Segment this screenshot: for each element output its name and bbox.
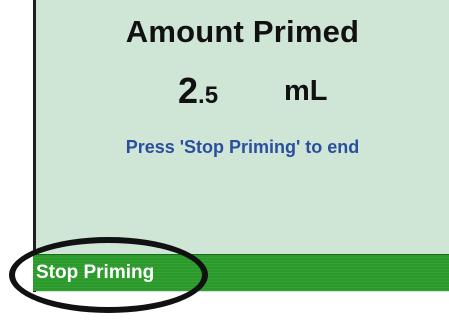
stop-priming-button[interactable]: Stop Priming	[33, 257, 183, 289]
amount-readout: 2.5 mL	[36, 70, 449, 112]
instruction-message: Press 'Stop Priming' to end	[125, 137, 360, 157]
pump-display-illustration: Amount Primed 2.5 mL Press 'Stop Priming…	[0, 0, 449, 320]
page-title: Amount Primed	[125, 14, 360, 49]
amount-value: 2.5	[178, 70, 218, 112]
pump-screen: Amount Primed 2.5 mL Press 'Stop Priming…	[33, 0, 449, 292]
amount-whole: 2	[178, 70, 199, 111]
amount-unit: mL	[284, 75, 328, 107]
amount-fraction: .5	[198, 82, 219, 109]
